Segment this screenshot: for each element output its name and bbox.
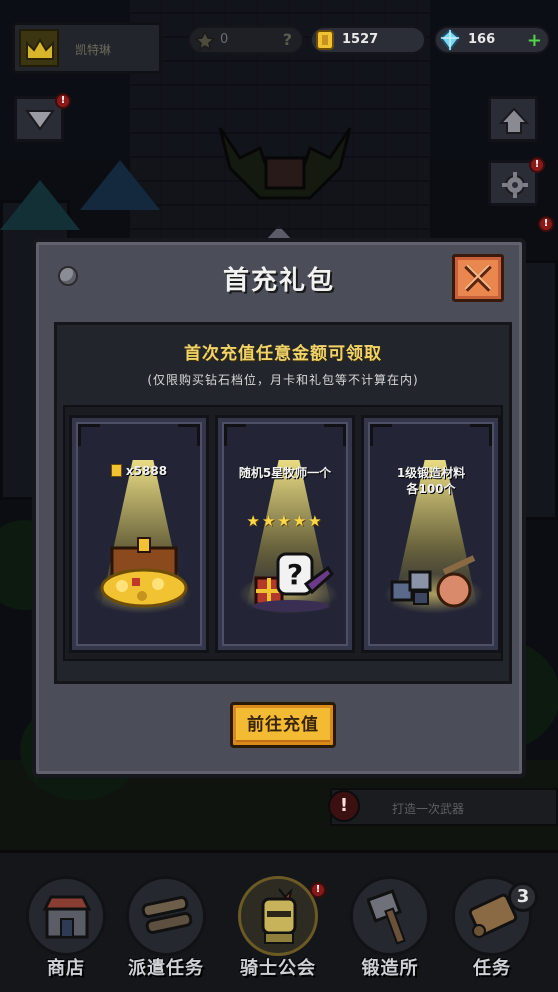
- close-icon: [464, 264, 492, 292]
- reward-card-gold: x5888: [69, 415, 209, 653]
- knight-helmet-icon: [261, 887, 297, 944]
- close-button[interactable]: [452, 254, 504, 302]
- nav-forge[interactable]: 锻造所: [340, 862, 440, 982]
- gold-reward-amount: x5888: [125, 464, 168, 478]
- quest-count-badge: 3: [508, 882, 538, 912]
- nav-shop-circle: [26, 876, 106, 956]
- current-task-text: 打造一次武器: [392, 802, 465, 816]
- card-frame: 1级锻造材料 各100个: [368, 422, 494, 646]
- current-task-strip[interactable]: 打造一次武器: [330, 788, 558, 826]
- crown-icon: [26, 38, 54, 60]
- card-corner: [370, 424, 392, 446]
- gold-reward-label: x5888: [78, 464, 200, 478]
- crown-badge: [19, 29, 59, 67]
- settings-button[interactable]: !: [488, 157, 545, 206]
- nav-knight-guild-label: 骑士公会: [240, 958, 316, 979]
- nav-shop-label: 商店: [47, 958, 85, 979]
- coin-icon: [110, 464, 122, 477]
- card-frame: x5888: [76, 422, 202, 646]
- nav-forge-circle: [350, 876, 430, 956]
- priest-reward-label: 随机5星牧师一个: [238, 466, 332, 480]
- diamond-icon: [439, 28, 461, 52]
- gem-value: 166: [468, 32, 496, 47]
- add-gems-button[interactable]: +: [527, 30, 542, 51]
- shop-icon: [42, 895, 92, 939]
- forge-materials-icon: [390, 555, 476, 608]
- guild-alert-badge: !: [310, 882, 326, 898]
- task-alert-icon: !: [328, 790, 360, 822]
- nav-knight-guild[interactable]: 骑士公会 !: [228, 862, 328, 982]
- nav-knight-guild-circle: [238, 876, 318, 956]
- five-star-rating: ★★★★★: [246, 512, 324, 530]
- home-button[interactable]: [488, 96, 538, 142]
- nav-quests[interactable]: 任务 3: [442, 862, 542, 982]
- go-recharge-button[interactable]: 前往充值: [230, 702, 336, 748]
- side-alert-badge: !: [538, 216, 554, 232]
- medal-counter[interactable]: 0 ?: [188, 26, 304, 54]
- nav-shop[interactable]: 商店: [16, 862, 116, 982]
- mail-icon: [25, 110, 55, 131]
- nav-forge-label: 锻造所: [361, 958, 419, 979]
- reward-panel: 首次充值任意金额可领取 (仅限购买钻石档位，月卡和礼包等不计算在内) x5888: [54, 322, 512, 684]
- material-reward-line2: 各100个: [406, 482, 456, 496]
- modal-title: 首充礼包: [222, 266, 335, 296]
- treasure-chest-icon: [100, 537, 188, 608]
- anvil-hammer-icon: [367, 889, 406, 945]
- dispatch-icon: [141, 895, 193, 935]
- svg-text:?: ?: [287, 558, 303, 591]
- reward-card-priest: 随机5星牧师一个 ★★★★★ ?: [215, 415, 355, 653]
- card-corner: [224, 424, 246, 446]
- mail-alert-badge: !: [55, 93, 71, 109]
- nav-dispatch[interactable]: 派遣任务: [116, 862, 216, 982]
- reward-subtitle: 首次充值任意金额可领取: [184, 344, 382, 364]
- player-rank-panel[interactable]: 凯特琳: [12, 22, 162, 74]
- gold-coin-icon: [316, 30, 334, 50]
- card-corner: [178, 424, 200, 446]
- card-corner: [78, 424, 100, 446]
- gold-value: 1527: [342, 32, 379, 47]
- reward-note: (仅限购买钻石档位，月卡和礼包等不计算在内): [147, 373, 419, 387]
- settings-alert-badge: !: [529, 157, 545, 173]
- card-frame: 随机5星牧师一个 ★★★★★ ?: [222, 422, 348, 646]
- gear-icon: [502, 172, 528, 198]
- card-corner: [324, 424, 346, 446]
- nav-dispatch-label: 派遣任务: [128, 958, 204, 979]
- nav-quests-label: 任务: [473, 958, 511, 979]
- reward-card-materials: 1级锻造材料 各100个: [361, 415, 501, 653]
- gold-counter[interactable]: 1527: [310, 26, 426, 54]
- nav-dispatch-circle: [126, 876, 206, 956]
- gem-counter[interactable]: 166 +: [434, 26, 550, 54]
- material-reward-line1: 1级锻造材料: [396, 466, 466, 480]
- reward-cards-tray: x5888 随机5星牧师一个 ★★★★★ ? 1级锻造材料 各100个: [63, 405, 503, 661]
- card-corner: [470, 424, 492, 446]
- home-up-icon: [499, 107, 529, 134]
- player-name: 凯特琳: [75, 43, 112, 57]
- mail-button[interactable]: !: [14, 93, 71, 142]
- medal-unknown: ?: [282, 30, 292, 49]
- medal-icon: [194, 30, 216, 50]
- mystery-priest-icon: ?: [253, 552, 334, 612]
- medal-value: 0: [220, 32, 229, 47]
- first-recharge-modal: 首充礼包 首次充值任意金额可领取 (仅限购买钻石档位，月卡和礼包等不计算在内) …: [32, 238, 526, 778]
